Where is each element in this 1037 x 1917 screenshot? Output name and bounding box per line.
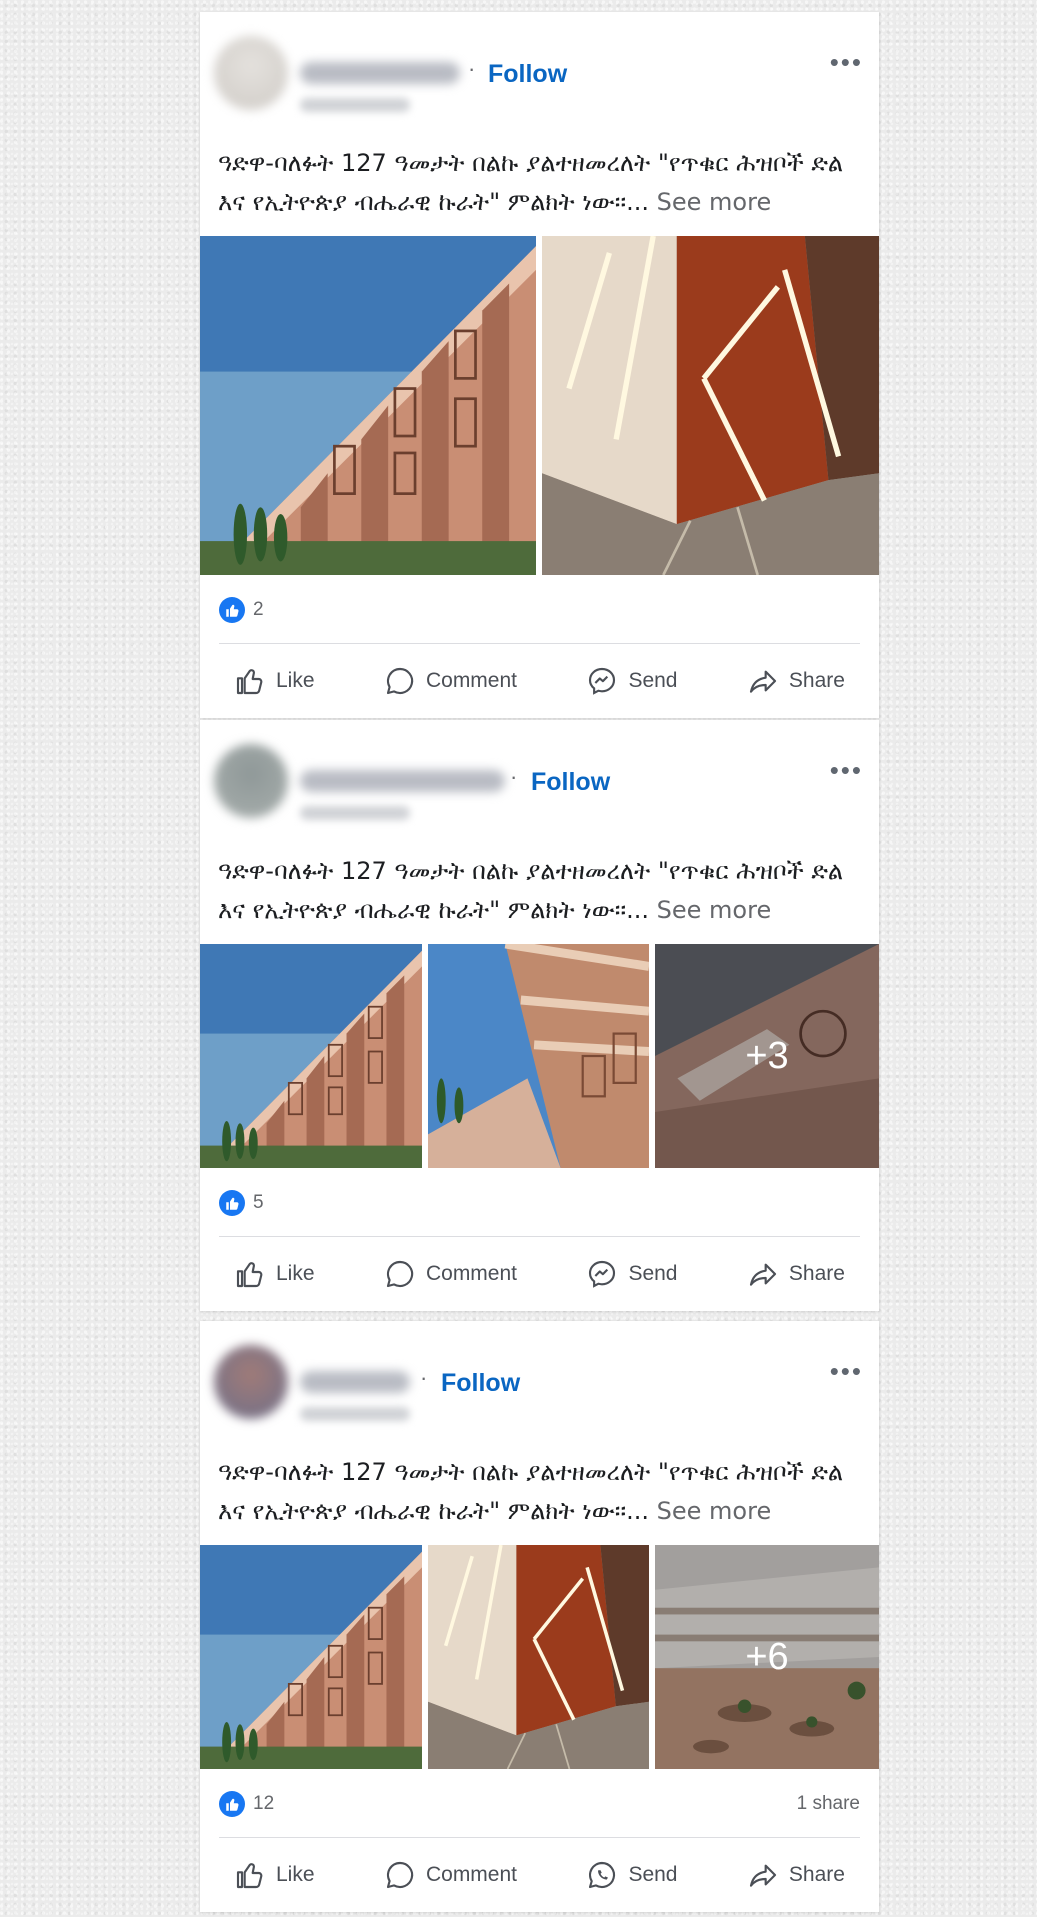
- messenger-icon: [589, 1260, 616, 1288]
- share-button[interactable]: Share: [731, 665, 861, 697]
- separator-dot-icon: ·: [420, 1365, 428, 1390]
- post-header: · Follow •••: [200, 720, 879, 836]
- share-icon: [749, 1864, 776, 1887]
- post-text: ዓድዋ-ባለፉት 127 ዓመታት በልኩ ያልተዘመረለት "የጥቁር ሕዝቦ…: [200, 836, 879, 944]
- comment-label: Comment: [425, 1863, 517, 1886]
- author-name-redacted[interactable]: [300, 62, 460, 84]
- post-timestamp-redacted: [300, 806, 410, 820]
- share-label: Share: [788, 1262, 845, 1285]
- post-stats: 5: [200, 1168, 879, 1236]
- post-header: · Follow •••: [200, 12, 879, 128]
- post-photo[interactable]: [200, 236, 536, 575]
- share-button[interactable]: Share: [731, 1859, 861, 1891]
- thumbs-up-icon: [236, 1262, 263, 1288]
- like-count[interactable]: 12: [253, 1793, 274, 1815]
- action-bar: Like Comment Send Share: [200, 1237, 879, 1311]
- follow-button[interactable]: Follow: [441, 1369, 520, 1398]
- more-options-icon[interactable]: •••: [830, 757, 863, 783]
- post-photo-more[interactable]: +3: [655, 944, 879, 1168]
- action-bar: Like Comment Send Share: [200, 644, 879, 718]
- interior-lights-image: [542, 236, 879, 575]
- separator-dot-icon: ·: [468, 56, 476, 81]
- like-label: Like: [276, 1863, 315, 1886]
- share-icon: [749, 1263, 776, 1286]
- send-button[interactable]: Send: [570, 665, 693, 697]
- more-options-icon[interactable]: •••: [830, 49, 863, 75]
- post-photo[interactable]: [200, 944, 422, 1168]
- see-more-link[interactable]: See more: [657, 1497, 772, 1525]
- more-photos-count: +6: [655, 1545, 879, 1769]
- share-label: Share: [788, 669, 845, 692]
- post-header: · Follow •••: [200, 1321, 879, 1437]
- send-button[interactable]: Send: [570, 1258, 693, 1290]
- thumbs-up-icon: [236, 669, 263, 695]
- like-count[interactable]: 2: [253, 599, 264, 621]
- author-name-redacted[interactable]: [300, 770, 505, 792]
- like-button[interactable]: Like: [218, 1258, 331, 1290]
- avatar[interactable]: [214, 1345, 288, 1419]
- separator-dot-icon: ·: [510, 764, 518, 789]
- building-facade-image: [200, 944, 422, 1168]
- post-photo[interactable]: [200, 1545, 422, 1769]
- post-photo[interactable]: [428, 944, 649, 1168]
- building-facade-image: [200, 1545, 422, 1769]
- share-button[interactable]: Share: [731, 1258, 861, 1290]
- like-button[interactable]: Like: [218, 665, 331, 697]
- send-label: Send: [628, 669, 678, 692]
- send-label: Send: [628, 1863, 678, 1886]
- comment-label: Comment: [425, 1262, 517, 1285]
- like-label: Like: [276, 1262, 315, 1285]
- avatar[interactable]: [214, 744, 288, 818]
- post-card: · Follow ••• ዓድዋ-ባለፉት 127 ዓመታት በልኩ ያልተዘመ…: [200, 12, 879, 718]
- action-bar: Like Comment Send Share: [200, 1838, 879, 1912]
- post-card: · Follow ••• ዓድዋ-ባለፉት 127 ዓመታት በልኩ ያልተዘመ…: [200, 1321, 879, 1912]
- comment-button[interactable]: Comment: [368, 1258, 533, 1290]
- whatsapp-icon: [589, 1861, 616, 1889]
- post-card: · Follow ••• ዓድዋ-ባለፉት 127 ዓመታት በልኩ ያልተዘመ…: [200, 720, 879, 1311]
- comment-button[interactable]: Comment: [368, 1859, 533, 1891]
- see-more-link[interactable]: See more: [657, 896, 772, 924]
- like-reaction-icon[interactable]: [219, 1190, 245, 1216]
- author-name-redacted[interactable]: [300, 1371, 410, 1393]
- post-photo-more[interactable]: +6: [655, 1545, 879, 1769]
- like-label: Like: [276, 669, 315, 692]
- like-reaction-icon[interactable]: [219, 597, 245, 623]
- comment-button[interactable]: Comment: [368, 665, 533, 697]
- send-button[interactable]: Send: [570, 1859, 693, 1891]
- post-photo[interactable]: [542, 236, 879, 575]
- thumbs-up-icon: [236, 1863, 263, 1889]
- post-stats: 12 1 share: [200, 1769, 879, 1837]
- post-media: +3: [200, 944, 879, 1168]
- follow-button[interactable]: Follow: [531, 768, 610, 797]
- post-text: ዓድዋ-ባለፉት 127 ዓመታት በልኩ ያልተዘመረለት "የጥቁር ሕዝቦ…: [200, 128, 879, 236]
- comment-icon: [386, 667, 414, 695]
- comment-icon: [386, 1861, 414, 1889]
- share-icon: [749, 670, 776, 693]
- colonnade-image: [428, 944, 649, 1168]
- building-facade-image: [200, 236, 536, 575]
- see-more-link[interactable]: See more: [657, 188, 772, 216]
- more-options-icon[interactable]: •••: [830, 1358, 863, 1384]
- comment-icon: [386, 1260, 414, 1288]
- post-photo[interactable]: [428, 1545, 649, 1769]
- post-media: [200, 236, 879, 575]
- post-stats: 2: [200, 575, 879, 643]
- post-timestamp-redacted: [300, 98, 410, 112]
- like-reaction-icon[interactable]: [219, 1791, 245, 1817]
- post-media: +6: [200, 1545, 879, 1769]
- post-text: ዓድዋ-ባለፉት 127 ዓመታት በልኩ ያልተዘመረለት "የጥቁር ሕዝቦ…: [200, 1437, 879, 1545]
- more-photos-count: +3: [655, 944, 879, 1168]
- like-count[interactable]: 5: [253, 1192, 264, 1214]
- follow-button[interactable]: Follow: [488, 60, 567, 89]
- share-count[interactable]: 1 share: [797, 1793, 860, 1815]
- interior-lights-image: [428, 1545, 649, 1769]
- send-label: Send: [628, 1262, 678, 1285]
- avatar[interactable]: [214, 36, 288, 110]
- share-label: Share: [788, 1863, 845, 1886]
- post-timestamp-redacted: [300, 1407, 410, 1421]
- comment-label: Comment: [425, 669, 517, 692]
- messenger-icon: [589, 667, 616, 695]
- like-button[interactable]: Like: [218, 1859, 331, 1891]
